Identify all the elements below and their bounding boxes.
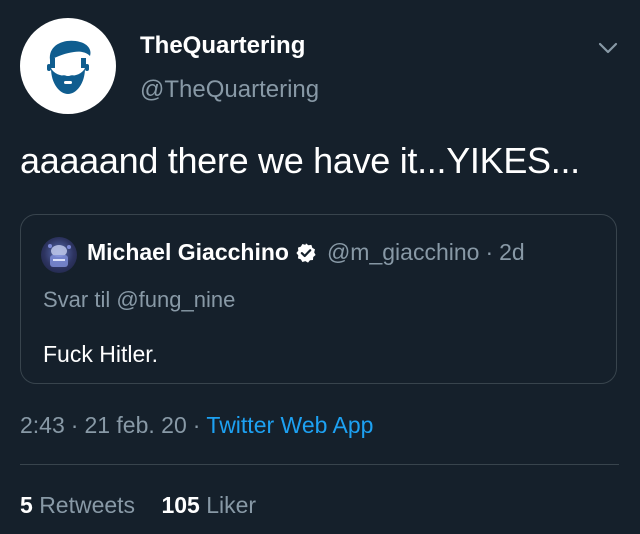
retweets-stat[interactable]: 5 Retweets — [20, 492, 135, 518]
reply-to-label[interactable]: Svar til @fung_nine — [43, 287, 235, 313]
quoted-author-name[interactable]: Michael Giacchino — [87, 239, 289, 266]
meta-separator: · — [70, 412, 79, 438]
quoted-tweet-text: Fuck Hitler. — [43, 341, 159, 367]
retweets-count: 5 — [20, 492, 33, 518]
tweet-meta: 2:43 · 21 feb. 20 · Twitter Web App — [20, 412, 373, 439]
author-name[interactable]: TheQuartering — [140, 32, 305, 60]
tweet-time[interactable]: 2:43 — [20, 412, 65, 438]
likes-stat[interactable]: 105 Liker — [161, 492, 256, 518]
quoted-author-handle[interactable]: @m_giacchino — [327, 239, 479, 266]
tweet-text: aaaaand there we have it...YIKES... — [20, 140, 580, 181]
retweets-label: Retweets — [39, 492, 136, 518]
author-avatar[interactable] — [20, 18, 116, 114]
divider — [20, 464, 619, 465]
quoted-tweet-card[interactable]: Michael Giacchino @m_giacchino · 2d Svar… — [20, 214, 617, 384]
likes-count: 105 — [161, 492, 200, 518]
author-handle[interactable]: @TheQuartering — [140, 76, 319, 104]
quoted-avatar-graphic-icon — [48, 244, 71, 267]
quoted-author-row: Michael Giacchino @m_giacchino · 2d — [87, 239, 525, 266]
likes-label: Liker — [206, 492, 257, 518]
meta-separator-2: · — [192, 412, 201, 438]
quoted-author-avatar[interactable] — [41, 237, 77, 273]
chevron-down-icon[interactable] — [596, 36, 620, 60]
tweet-date[interactable]: 21 feb. 20 — [84, 412, 186, 438]
tweet-source-link[interactable]: Twitter Web App — [206, 412, 373, 438]
verified-badge-icon — [296, 242, 316, 263]
quoted-separator: · — [485, 239, 494, 265]
tweet-stats: 5 Retweets 105 Liker — [20, 492, 276, 519]
quoted-timestamp[interactable]: 2d — [499, 239, 525, 266]
bearded-man-icon — [47, 40, 91, 94]
